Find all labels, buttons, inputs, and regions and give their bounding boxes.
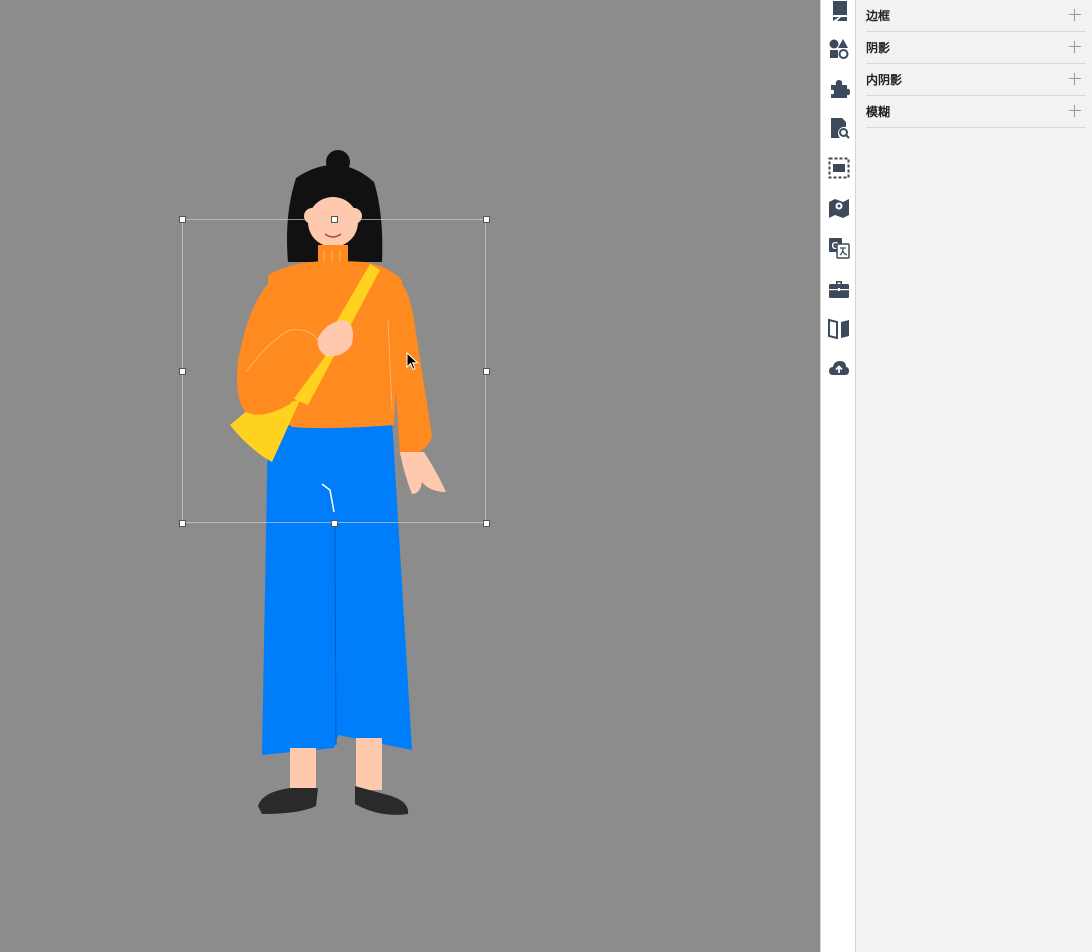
book-icon[interactable] (827, 316, 851, 340)
shapes-icon[interactable] (827, 36, 851, 60)
section-blur: 模糊 (866, 96, 1086, 128)
toolbox-icon[interactable] (827, 276, 851, 300)
section-border: 边框 (866, 0, 1086, 32)
doc-search-icon[interactable] (827, 116, 851, 140)
frame-select-icon[interactable] (827, 156, 851, 180)
right-leg (356, 738, 382, 790)
plugin-icon[interactable] (827, 76, 851, 100)
mouse-cursor-icon (406, 352, 419, 371)
resize-handle-bottom[interactable] (331, 520, 338, 527)
left-leg (290, 748, 316, 792)
resize-handle-bottom-left[interactable] (179, 520, 186, 527)
resize-handle-right[interactable] (483, 368, 490, 375)
resize-handle-bottom-right[interactable] (483, 520, 490, 527)
right-shoe (355, 786, 409, 815)
section-inner-shadow-label: 内阴影 (866, 73, 903, 87)
resize-handle-left[interactable] (179, 368, 186, 375)
add-blur-button[interactable] (1068, 104, 1082, 118)
map-pin-icon[interactable] (827, 196, 851, 220)
cloud-upload-icon[interactable] (827, 356, 851, 380)
style-icon[interactable] (827, 0, 851, 24)
resize-handle-top-right[interactable] (483, 216, 490, 223)
resize-handle-top-left[interactable] (179, 216, 186, 223)
selection-box[interactable] (179, 216, 490, 527)
section-inner-shadow: 内阴影 (866, 64, 1086, 96)
section-shadow-label: 阴影 (866, 41, 891, 55)
add-border-button[interactable] (1068, 8, 1082, 22)
design-canvas[interactable] (0, 0, 820, 952)
section-border-label: 边框 (866, 9, 891, 23)
section-shadow: 阴影 (866, 32, 1086, 64)
translate-icon[interactable]: G (827, 236, 851, 260)
left-shoe (258, 788, 318, 814)
add-shadow-button[interactable] (1068, 40, 1082, 54)
plugin-toolbar: G (820, 0, 856, 952)
properties-panel: 边框 阴影 内阴影 模糊 (856, 0, 1092, 952)
section-blur-label: 模糊 (866, 105, 891, 119)
resize-handle-top[interactable] (331, 216, 338, 223)
add-inner-shadow-button[interactable] (1068, 72, 1082, 86)
